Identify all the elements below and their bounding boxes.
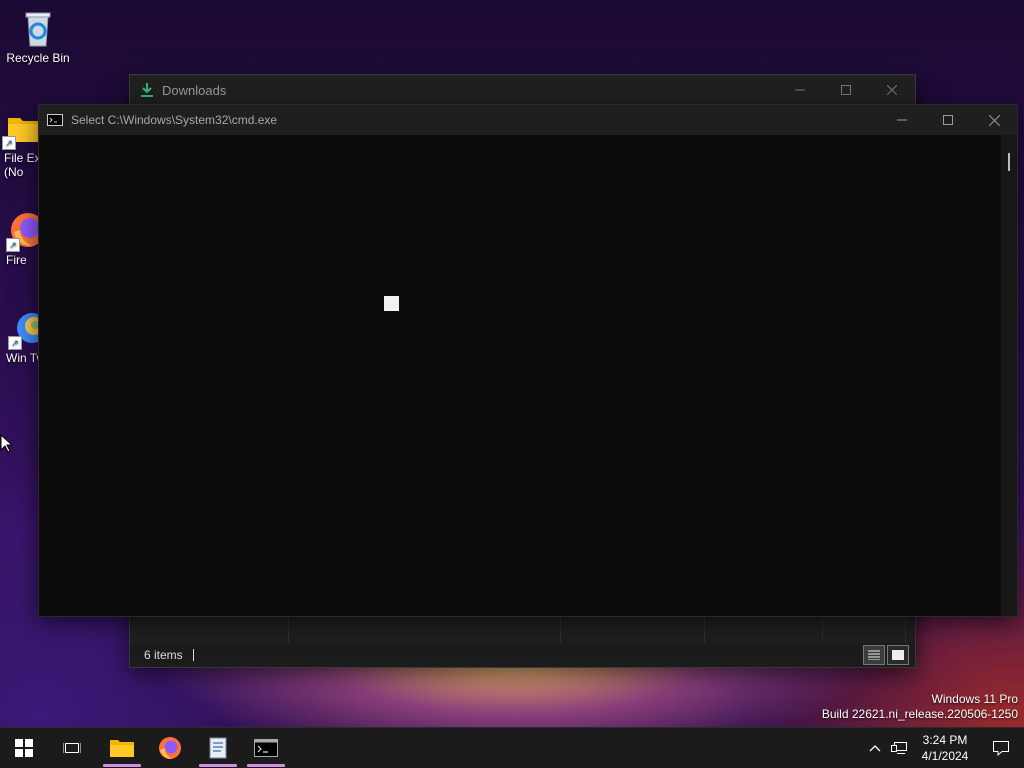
selection-cursor <box>384 296 399 311</box>
cmd-title: Select C:\Windows\System32\cmd.exe <box>71 113 278 127</box>
download-icon <box>140 82 154 98</box>
watermark-edition: Windows 11 Pro <box>931 692 1018 706</box>
network-icon <box>891 742 907 754</box>
minimize-button[interactable] <box>879 105 925 135</box>
cmd-icon <box>47 114 63 126</box>
minimize-icon <box>795 89 805 91</box>
show-hidden-icons-button[interactable] <box>864 728 886 768</box>
downloads-title: Downloads <box>162 82 227 98</box>
scrollbar-thumb[interactable] <box>1008 153 1010 171</box>
desktop-icon-recycle-bin[interactable]: Recycle Bin <box>0 8 76 65</box>
chevron-up-icon <box>869 745 881 752</box>
windows-watermark: Windows 11 Pro Build 22621.ni_release.22… <box>822 692 1018 722</box>
windows-logo-icon <box>15 739 33 757</box>
minimize-icon <box>897 119 907 121</box>
close-button[interactable] <box>869 75 915 105</box>
file-explorer-icon <box>110 740 134 757</box>
taskbar-firefox[interactable] <box>146 728 194 768</box>
task-view-button[interactable] <box>48 728 96 768</box>
maximize-button[interactable] <box>925 105 971 135</box>
large-icons-view-icon <box>892 650 904 660</box>
column-dividers <box>130 616 915 643</box>
desktop-icon-label: Recycle Bin <box>6 51 70 65</box>
shortcut-arrow-icon: ↗ <box>6 238 20 252</box>
watermark-build: Build 22621.ni_release.220506-1250 <box>821 707 1018 721</box>
details-view-button[interactable] <box>863 645 885 665</box>
close-icon <box>988 114 1000 126</box>
details-view-icon <box>868 650 880 660</box>
clock-date: 4/1/2024 <box>921 749 969 763</box>
cmd-window[interactable]: Select C:\Windows\System32\cmd.exe <box>38 104 1018 617</box>
network-button[interactable] <box>886 728 912 768</box>
taskbar-notepad[interactable] <box>194 728 242 768</box>
status-divider <box>192 649 194 661</box>
task-view-icon <box>63 743 81 753</box>
firefox-icon <box>159 737 181 759</box>
downloads-titlebar[interactable]: Downloads <box>130 75 915 105</box>
shortcut-arrow-icon: ↗ <box>8 336 22 350</box>
item-count: 6 items <box>144 648 183 662</box>
large-icons-view-button[interactable] <box>887 645 909 665</box>
notification-icon <box>993 741 1009 756</box>
clock-time: 3:24 PM <box>922 733 968 747</box>
vertical-scrollbar[interactable] <box>1001 135 1017 616</box>
shortcut-arrow-icon: ↗ <box>2 136 16 150</box>
maximize-icon <box>943 115 953 125</box>
notifications-button[interactable] <box>978 728 1024 768</box>
start-button[interactable] <box>0 728 48 768</box>
cmd-icon <box>254 739 278 757</box>
notepad-icon <box>209 737 227 759</box>
close-button[interactable] <box>971 105 1017 135</box>
desktop: Recycle Bin ↗ File Ex (No ↗ Fire ↗ Win T… <box>0 0 1024 768</box>
maximize-icon <box>841 85 851 95</box>
console-area[interactable] <box>39 135 1001 616</box>
status-bar: 6 items <box>130 643 915 667</box>
close-icon <box>887 85 897 95</box>
taskbar-file-explorer[interactable] <box>98 728 146 768</box>
cmd-titlebar[interactable]: Select C:\Windows\System32\cmd.exe <box>39 105 1017 135</box>
minimize-button[interactable] <box>777 75 823 105</box>
mouse-cursor-icon <box>0 434 12 453</box>
maximize-button[interactable] <box>823 75 869 105</box>
taskbar: 3:24 PM 4/1/2024 <box>0 727 1024 768</box>
taskbar-cmd[interactable] <box>242 728 290 768</box>
recycle-bin-icon <box>18 8 58 48</box>
clock[interactable]: 3:24 PM 4/1/2024 <box>912 732 978 764</box>
